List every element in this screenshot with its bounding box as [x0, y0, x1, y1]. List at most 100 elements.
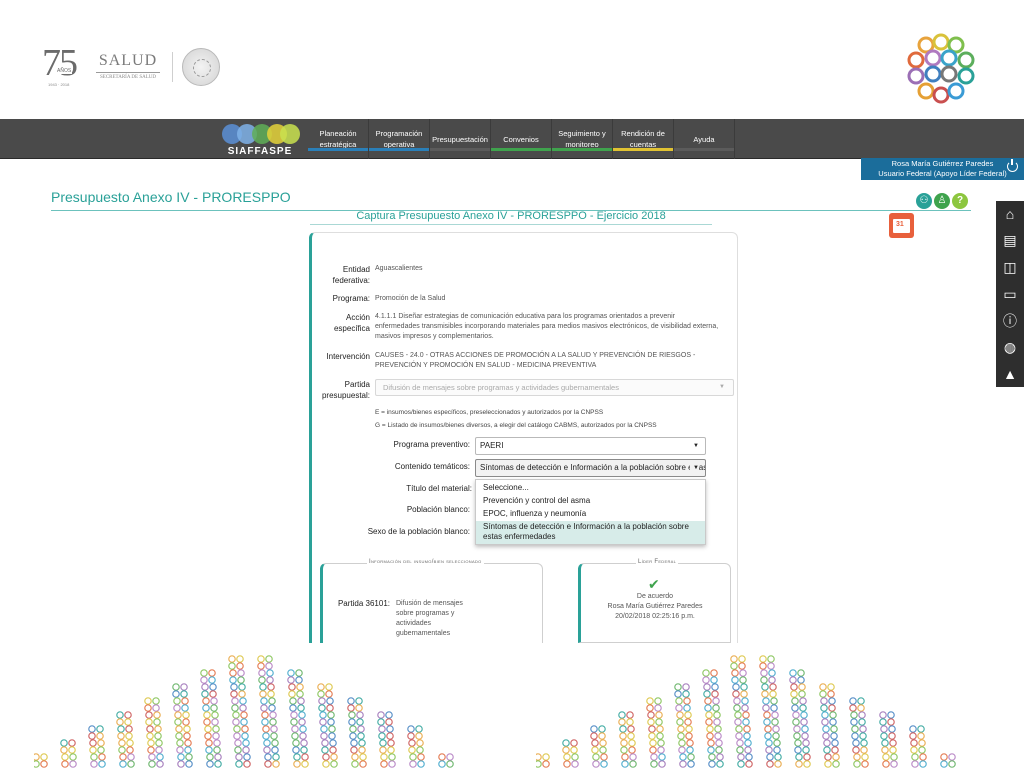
nav-item-planeacion[interactable]: Planeación estratégica [308, 119, 369, 159]
decorative-ring-cluster [438, 753, 454, 768]
decorative-ring-cluster [909, 725, 925, 740]
dropdown-option[interactable]: EPOC, influenza y neumonía [476, 509, 705, 519]
decorative-ring-cluster [735, 725, 751, 740]
programa-preventivo-select[interactable]: PAERI ▼ [475, 437, 706, 455]
nav-item-underline [491, 148, 551, 151]
decorative-ring-cluster [789, 669, 805, 684]
logo-75-anos: 75 AÑOS 1943 · 2018 [42, 44, 82, 88]
programa-label: Programa: [332, 294, 370, 303]
nav-item-label: Planeación estratégica [319, 129, 357, 149]
decorative-ring-cluster [704, 697, 720, 712]
logo-75-years: 1943 · 2018 [48, 82, 70, 87]
nav-item-ayuda[interactable]: Ayuda [674, 119, 735, 159]
user-name: Rosa María Gutiérrez Paredes [891, 159, 994, 168]
chevron-down-icon: ▼ [690, 438, 699, 454]
decorative-ring-cluster [175, 725, 191, 740]
nav-item-seguimiento[interactable]: Seguimiento y monitoreo [552, 119, 613, 159]
entidad-label: Entidad federativa: [332, 265, 370, 285]
decorative-ring-cluster [319, 711, 335, 726]
decorative-ring-cluster [320, 725, 336, 740]
decorative-ring-cluster [619, 725, 635, 740]
dropdown-option[interactable]: Prevención y control del asma [476, 496, 705, 506]
nav-item-presupuestacion[interactable]: Presupuestación [430, 119, 491, 159]
note-e: E = insumos/bienes específicos, preselec… [375, 409, 604, 416]
partida-36101-label: Partida 36101: [337, 599, 390, 608]
nav-item-label: Seguimiento y monitoreo [558, 129, 606, 149]
decorative-ring-cluster [205, 739, 221, 754]
decorative-ring-cluster [172, 683, 188, 698]
decorative-ring-cluster [790, 683, 806, 698]
cube-icon[interactable]: ◫ [1001, 258, 1019, 276]
form-subtitle: Captura Presupuesto Anexo IV - PRORESPPO… [356, 210, 666, 222]
note-g: G = Listado de insumos/bienes diversos, … [375, 422, 657, 429]
decorative-ring-cluster [117, 725, 133, 740]
logo-75-number: 75 [42, 42, 78, 84]
intervencion-value: CAUSES - 24.0 - OTRAS ACCIONES DE PROMOC… [375, 352, 696, 369]
decorative-ring-cluster [259, 683, 275, 698]
nav-item-rendicion[interactable]: Rendición de cuentas [613, 119, 674, 159]
nav-item-label: Programación operativa [375, 129, 423, 149]
decorative-ring-cluster [705, 711, 721, 726]
decorative-ring-cluster [176, 739, 192, 754]
decorative-ring-cluster [562, 739, 578, 754]
contenido-select[interactable]: Síntomas de detección e Información a la… [475, 459, 706, 477]
partida-select[interactable]: Difusión de mensajes sobre programas y a… [375, 379, 734, 396]
help-icon[interactable]: ? [952, 193, 968, 209]
decorative-ring-cluster [766, 753, 782, 768]
decorative-ring-cluster [407, 725, 423, 740]
decorative-ring-cluster [233, 725, 249, 740]
decorative-ring-cluster [620, 739, 636, 754]
people-icon[interactable]: ⚇ [916, 193, 932, 209]
nav-item-programacion[interactable]: Programación operativa [369, 119, 430, 159]
insumo-info-legend: Información del insumo/bien seleccionado [367, 559, 484, 565]
brand-circle-lime [280, 124, 300, 144]
decorative-ring-cluster [703, 683, 719, 698]
salud-subtitle: SECRETARÍA DE SALUD [100, 75, 156, 80]
decorative-ring-cluster [206, 753, 222, 768]
decorative-ring-cluster [290, 711, 306, 726]
truck-icon[interactable]: ▭ [1001, 285, 1019, 303]
lider-status: De acuerdo [636, 593, 674, 600]
siaffaspe-brand[interactable]: SIAFFASPE [220, 123, 300, 157]
salud-divider [96, 72, 160, 73]
list-icon[interactable]: ▤ [1001, 231, 1019, 249]
decorative-ring-cluster [733, 697, 749, 712]
decorative-ring-cluster [263, 739, 279, 754]
decorative-ring-cluster [706, 725, 722, 740]
accion-label: Acción específica [333, 313, 370, 333]
chart-icon[interactable]: ◍ [1001, 338, 1019, 356]
decorative-ring-cluster [258, 669, 274, 684]
decorative-ring-cluster [409, 753, 425, 768]
decorative-ring-cluster [536, 753, 550, 768]
decorative-ring-cluster [260, 697, 276, 712]
decorative-ring-cluster [910, 739, 926, 754]
decorative-ring-cluster [823, 739, 839, 754]
logout-power-icon[interactable] [1007, 159, 1018, 172]
decorative-ring-cluster [60, 739, 76, 754]
dropdown-option[interactable]: Seleccione... [476, 483, 705, 493]
programa-value: Promoción de la Salud [375, 295, 446, 302]
home-icon[interactable]: ⌂ [1001, 205, 1019, 223]
decorative-ring-cluster [144, 697, 160, 712]
decorative-ring-cluster [882, 753, 898, 768]
user-icon[interactable]: ♙ [934, 193, 950, 209]
sexo-poblacion-label: Sexo de la población blanco: [367, 527, 470, 536]
nav-item-convenios[interactable]: Convenios [491, 119, 552, 159]
brand-circles [222, 124, 302, 144]
logo-75-anos-text: AÑOS [56, 68, 73, 74]
decorative-ring-cluster [231, 697, 247, 712]
info-icon[interactable]: ⓘ [1001, 312, 1019, 330]
dropdown-option-selected[interactable]: Síntomas de detección e Información a la… [476, 521, 705, 544]
decorative-ring-cluster [177, 753, 193, 768]
decorative-ring-cluster [203, 711, 219, 726]
decorative-ring-cluster [707, 739, 723, 754]
graduation-cap-icon[interactable]: ▲ [1001, 365, 1019, 383]
decorative-ring-cluster [702, 669, 718, 684]
decorative-ring-cluster [708, 753, 724, 768]
decorative-ring-cluster [734, 711, 750, 726]
intervencion-label: Intervención [326, 352, 370, 361]
decorative-ring-cluster [118, 739, 134, 754]
calendar-icon[interactable] [889, 213, 914, 238]
decorative-ring-cluster [590, 725, 606, 740]
decorative-ring-cluster [646, 697, 662, 712]
